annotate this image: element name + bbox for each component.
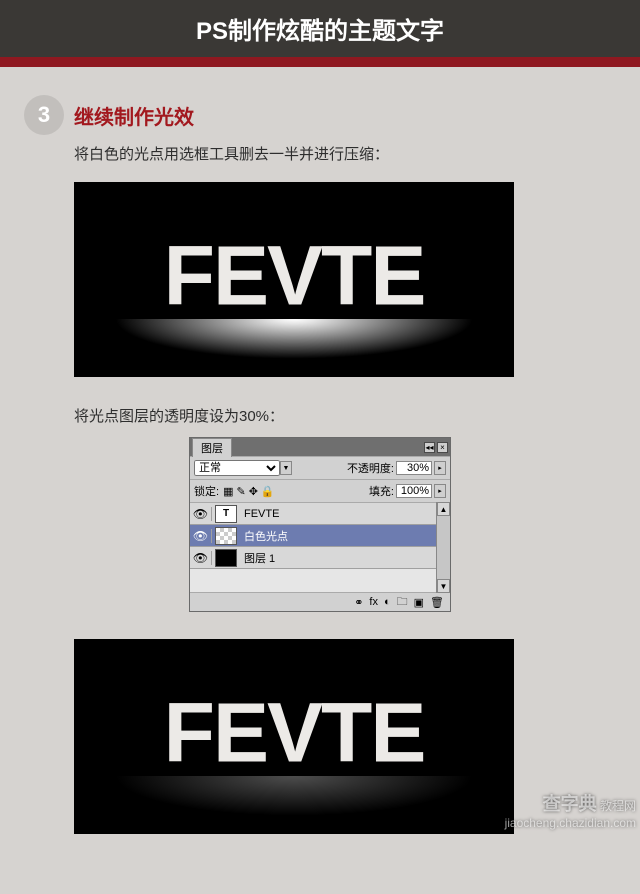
layer-thumb-text-icon: T [215, 505, 237, 523]
step-container: 3 继续制作光效 将白色的光点用选框工具删去一半并进行压缩： FEVTE 将光点… [0, 95, 640, 834]
new-layer-icon[interactable]: ▣ [414, 596, 424, 609]
layer-name[interactable]: 白色光点 [244, 528, 288, 544]
blend-dropdown-icon[interactable]: ▼ [280, 461, 292, 475]
panel-close-icon[interactable]: × [437, 442, 448, 453]
page-title: PS制作炫酷的主题文字 [0, 0, 640, 57]
lock-row: 锁定: ▦ ✎ ✥ 🔒 填充: 100% ▸ [190, 479, 450, 502]
panel-titlebar: 图层 ◂◂ × [190, 438, 450, 456]
preview-image-2: FEVTE [74, 639, 514, 834]
delete-layer-icon[interactable]: 🗑 [430, 596, 444, 609]
layers-empty-area [190, 569, 436, 593]
preview-image-1: FEVTE [74, 182, 514, 377]
visibility-toggle-icon[interactable]: 👁 [190, 507, 212, 521]
layer-name[interactable]: 图层 1 [244, 550, 275, 566]
fill-value[interactable]: 100% [396, 484, 432, 498]
lock-transparent-icon[interactable]: ▦ [223, 485, 233, 498]
layer-row[interactable]: 👁 图层 1 [190, 547, 436, 569]
lock-all-icon[interactable]: 🔒 [261, 485, 275, 498]
panel-footer: ⚭ fx ◐ 🗀 ▣ 🗑 [190, 593, 450, 611]
step-description-1: 将白色的光点用选框工具删去一半并进行压缩： [74, 143, 616, 164]
layer-mask-icon[interactable]: ◐ [384, 596, 391, 608]
opacity-stepper-icon[interactable]: ▸ [434, 461, 446, 475]
visibility-toggle-icon[interactable]: 👁 [190, 529, 212, 543]
scroll-up-icon[interactable]: ▲ [437, 502, 450, 516]
layer-name[interactable]: FEVTE [244, 508, 279, 520]
lock-paint-icon[interactable]: ✎ [236, 485, 245, 498]
step-header: 3 继续制作光效 [24, 95, 616, 135]
fill-stepper-icon[interactable]: ▸ [434, 484, 446, 498]
fevte-text: FEVTE [164, 227, 425, 324]
layers-panel-wrap: 图层 ◂◂ × 正常 ▼ 不透明度: 30% ▸ 锁定: ▦ ✎ [24, 438, 616, 611]
visibility-toggle-icon[interactable]: 👁 [190, 551, 212, 565]
watermark-url: jiaocheng.chazidian.com [505, 816, 636, 830]
watermark-main: 查字典 [543, 794, 597, 814]
lock-move-icon[interactable]: ✥ [249, 485, 258, 498]
watermark: 查字典 教程网 jiaocheng.chazidian.com [505, 794, 636, 830]
layer-thumb-transparent-icon [215, 527, 237, 545]
fevte-text: FEVTE [164, 684, 425, 781]
panel-tab-layers[interactable]: 图层 [192, 438, 232, 457]
layers-area: 👁 T FEVTE 👁 白色光点 👁 图层 1 [190, 502, 450, 593]
link-layers-icon[interactable]: ⚭ [354, 596, 363, 609]
scroll-down-icon[interactable]: ▼ [437, 579, 450, 593]
layer-thumb-black-icon [215, 549, 237, 567]
opacity-label: 不透明度: [347, 460, 394, 476]
layers-panel: 图层 ◂◂ × 正常 ▼ 不透明度: 30% ▸ 锁定: ▦ ✎ [190, 438, 450, 611]
watermark-sub: 教程网 [600, 799, 636, 813]
layer-style-icon[interactable]: fx [369, 596, 378, 608]
lock-icons: ▦ ✎ ✥ 🔒 [223, 485, 275, 498]
layer-row[interactable]: 👁 白色光点 [190, 525, 436, 547]
panel-minimize-icon[interactable]: ◂◂ [424, 442, 435, 453]
step-number-badge: 3 [24, 95, 64, 135]
step-description-2: 将光点图层的透明度设为30%： [74, 405, 616, 426]
lock-label: 锁定: [194, 483, 219, 499]
layers-list: 👁 T FEVTE 👁 白色光点 👁 图层 1 [190, 502, 436, 593]
divider-bar [0, 57, 640, 67]
blend-row: 正常 ▼ 不透明度: 30% ▸ [190, 456, 450, 479]
layer-row[interactable]: 👁 T FEVTE [190, 503, 436, 525]
step-title: 继续制作光效 [74, 101, 194, 130]
new-group-icon[interactable]: 🗀 [397, 593, 408, 612]
fill-label: 填充: [369, 483, 394, 499]
opacity-value[interactable]: 30% [396, 461, 432, 475]
blend-mode-select[interactable]: 正常 [194, 460, 280, 476]
layers-scrollbar[interactable]: ▲ ▼ [436, 502, 450, 593]
